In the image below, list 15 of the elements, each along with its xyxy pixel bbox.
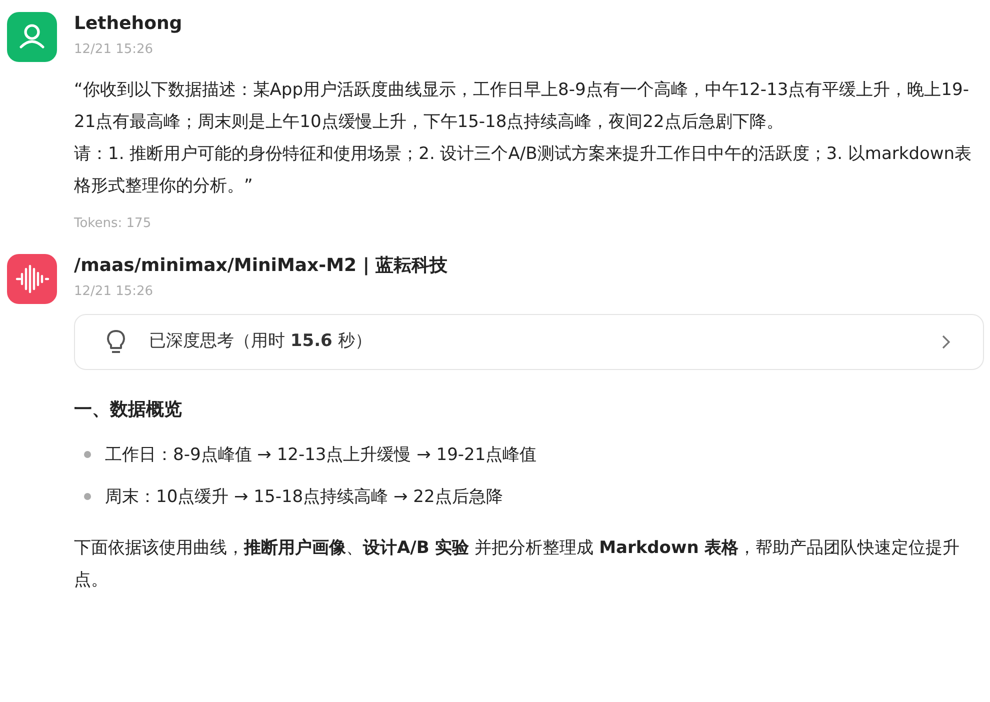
message-time: 12/21 15:26 <box>74 282 154 300</box>
message-paragraph: 请：1. 推断用户可能的身份特征和使用场景；2. 设计三个A/B测试方案来提升工作日中午的活跃度；3. 以markdown表格形式整理你的分析。” <box>74 143 973 198</box>
lightbulb-icon <box>105 328 127 356</box>
message-time: 12/21 15:26 <box>74 41 154 59</box>
author-name: Lethehong <box>74 12 184 36</box>
user-avatar-icon <box>7 12 57 62</box>
message-paragraph: 下面依据该使用曲线，推断用户画像、设计A/B 实验 并把分析整理成 Markdown 表格，帮助产品团队快速定位提升点。 <box>74 536 961 592</box>
bullet-text: 周末：10点缓升 → 15-18点持续高峰 → 22点后急降 <box>105 486 503 508</box>
message-paragraph: “你收到以下数据描述：某App用户活跃度曲线显示，工作日早上8-9点有一个高峰，中午12-13点有平缓上升，晚上19-21点有最高峰；周末则是上午10点缓慢上升，下午15-18点持续高峰，夜间22点后急剧下降。 <box>74 79 970 134</box>
author-name: /maas/minimax/MiniMax-M2 | 蓝耘科技 <box>74 254 449 278</box>
thinking-toggle[interactable]: 已深度思考（用时 15.6 秒） <box>74 314 984 370</box>
waveform-avatar-icon <box>7 254 57 304</box>
token-count: Tokens: 175 <box>74 215 152 233</box>
section-heading: 一、数据概览 <box>74 398 183 422</box>
bullet-text: 工作日：8-9点峰值 → 12-13点上升缓慢 → 19-21点峰值 <box>105 444 537 466</box>
